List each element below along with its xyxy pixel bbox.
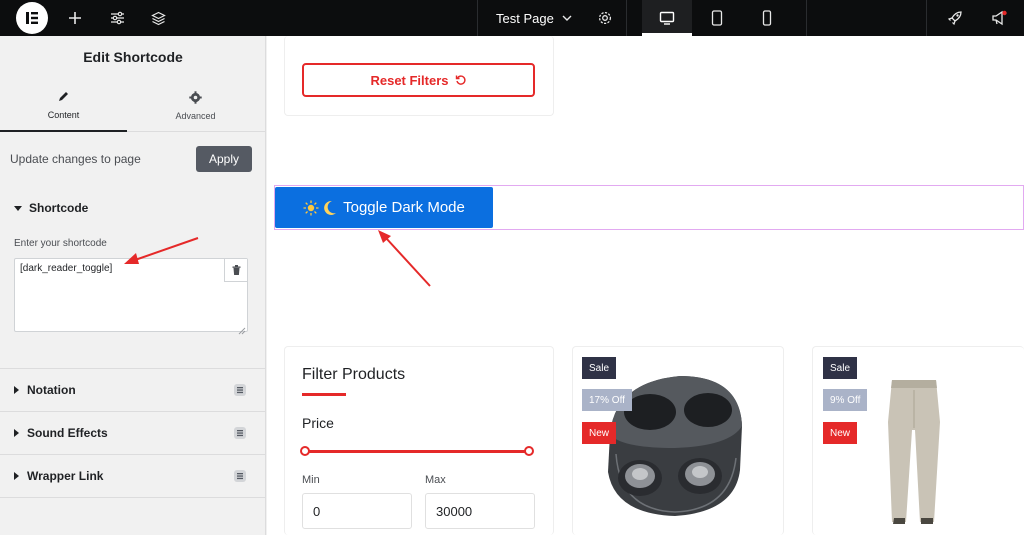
divider [806,0,807,36]
clear-shortcode-button[interactable] [224,259,247,282]
shortcode-input[interactable]: [dark_reader_toggle] [14,258,248,332]
reset-filters-label: Reset Filters [370,72,449,88]
mobile-view-icon[interactable] [756,0,778,36]
toggle-dark-mode-label: Toggle Dark Mode [343,199,465,216]
dynamic-tag-icon [234,427,246,439]
tablet-view-icon[interactable] [706,0,728,36]
pencil-icon [57,90,70,104]
page-settings-gear-icon[interactable] [594,0,616,36]
title-underline [302,393,346,396]
price-label: Price [302,415,334,431]
moon-icon [323,200,337,216]
trousers-image[interactable] [884,378,944,526]
sun-icon [303,200,319,216]
filter-products-title: Filter Products [302,366,406,383]
top-bar: Test Page [0,0,1024,36]
dynamic-tag-icon [234,470,246,482]
price-range-track[interactable] [305,450,529,453]
refresh-icon [455,74,467,86]
dynamic-tag-icon [234,384,246,396]
min-label: Min [302,474,320,486]
new-badge: New [582,422,617,444]
section-notation-header[interactable]: Notation [14,383,76,397]
section-shortcode-label: Shortcode [29,201,89,215]
site-settings-icon[interactable] [106,0,128,36]
caret-right-icon [14,429,19,437]
divider [0,368,266,369]
panel-title: Edit Shortcode [83,49,183,65]
tab-advanced[interactable]: Advanced [132,80,259,132]
divider [0,411,266,412]
divider [626,0,627,36]
section-sound-effects-label: Sound Effects [27,426,108,440]
trash-icon [232,265,241,275]
apply-button[interactable]: Apply [196,146,252,172]
toggle-dark-mode-button[interactable]: Toggle Dark Mode [275,187,493,228]
tab-advanced-label: Advanced [175,111,216,121]
sale-badge: Sale [823,357,858,379]
sale-badge: Sale [582,357,617,379]
resize-grip-icon[interactable] [238,322,246,335]
editor-panel: Edit Shortcode Content Advanced Update c… [0,36,266,535]
rocket-icon[interactable] [944,0,966,36]
elementor-logo-icon[interactable] [16,2,48,34]
update-text: Update changes to page [10,152,141,166]
section-wrapper-link-header[interactable]: Wrapper Link [14,469,103,483]
section-shortcode-header[interactable]: Shortcode [14,201,88,215]
chevron-down-icon [562,15,572,21]
divider [477,0,478,36]
page-title: Test Page [496,10,554,26]
caret-right-icon [14,472,19,480]
page-selector[interactable]: Test Page [484,0,584,36]
reset-filters-button[interactable]: Reset Filters [302,63,535,97]
section-wrapper-link-label: Wrapper Link [27,469,104,483]
min-price-input[interactable]: 0 [302,493,412,529]
add-element-icon[interactable] [64,0,86,36]
divider [926,0,927,36]
notifications-megaphone-icon[interactable] [988,0,1010,36]
section-notation-label: Notation [27,383,76,397]
divider [0,497,266,498]
desktop-icon [656,0,678,36]
price-max-handle[interactable] [524,446,534,456]
new-badge: New [823,422,858,444]
divider [0,454,266,455]
wireless-earbuds-image[interactable] [590,362,760,532]
discount-badge: 17% Off [582,389,632,411]
max-price-input[interactable]: 30000 [425,493,535,529]
caret-down-icon [14,205,22,211]
tab-content-label: Content [47,110,80,120]
gear-icon [189,91,202,105]
discount-badge: 9% Off [823,389,868,411]
caret-right-icon [14,386,19,394]
shortcode-field-label: Enter your shortcode [14,238,107,249]
panel-tabs: Content Advanced [0,80,266,132]
tab-content[interactable]: Content [0,80,127,132]
section-sound-effects-header[interactable]: Sound Effects [14,426,108,440]
structure-layers-icon[interactable] [147,0,169,36]
update-row: Update changes to page Apply [10,146,256,172]
max-label: Max [425,474,446,486]
price-min-handle[interactable] [300,446,310,456]
